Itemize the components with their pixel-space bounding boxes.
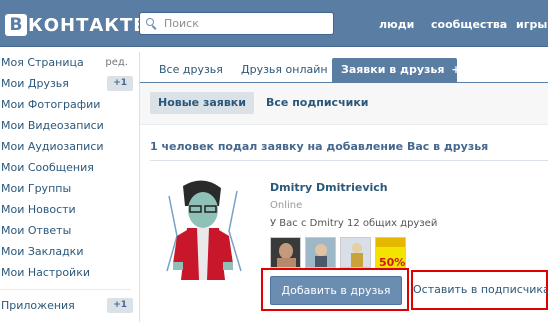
subtab-all-subscribers[interactable]: Все подписчики bbox=[258, 92, 377, 114]
sidebar-item-label: Мои Сообщения bbox=[1, 161, 94, 174]
top-header: В КОНТАКТЕ люди сообщества игры bbox=[0, 0, 548, 47]
vk-logo-text: КОНТАКТЕ bbox=[28, 14, 147, 36]
sidebar-item-answers[interactable]: Мои Ответы bbox=[0, 220, 135, 241]
nav-games[interactable]: игры bbox=[516, 18, 547, 31]
leave-as-subscriber-link[interactable]: Оставить в подписчиках bbox=[411, 270, 548, 310]
tab-friends-online[interactable]: Друзья онлайн bbox=[232, 58, 337, 83]
sidebar-item-news[interactable]: Мои Новости bbox=[0, 199, 135, 220]
search-input[interactable] bbox=[164, 17, 324, 30]
mutual-friend-thumb[interactable]: 50% bbox=[375, 237, 406, 268]
sidebar-divider bbox=[0, 289, 131, 290]
search-box[interactable] bbox=[139, 12, 334, 35]
mutual-friends-thumbnails: 50% bbox=[270, 237, 406, 268]
sidebar-item-audio[interactable]: Мои Аудиозаписи bbox=[0, 136, 135, 157]
sidebar-item-apps[interactable]: Приложения +1 bbox=[0, 295, 135, 316]
vk-logo-icon: В bbox=[5, 14, 27, 36]
main-content: Все друзья Друзья онлайн Заявки в друзья… bbox=[139, 52, 548, 322]
tab-all-friends[interactable]: Все друзья bbox=[150, 58, 232, 83]
sidebar-item-label: Мои Видеозаписи bbox=[1, 119, 104, 132]
sidebar-item-videos[interactable]: Мои Видеозаписи bbox=[0, 115, 135, 136]
sidebar-item-label: Мои Друзья bbox=[1, 77, 69, 90]
mutual-friend-thumb[interactable] bbox=[305, 237, 336, 268]
sidebar-item-settings[interactable]: Мои Настройки bbox=[0, 262, 135, 283]
tab-friend-requests[interactable]: Заявки в друзья +1 bbox=[332, 58, 468, 83]
sidebar-item-friends[interactable]: Мои Друзья +1 bbox=[0, 73, 135, 94]
sidebar-item-my-page[interactable]: Моя Страница ред. bbox=[0, 52, 135, 73]
nav-communities[interactable]: сообщества bbox=[431, 18, 507, 31]
mutual-friend-thumb[interactable] bbox=[340, 237, 371, 268]
sale-thumb-text: 50% bbox=[379, 256, 405, 268]
sidebar-item-bookmarks[interactable]: Мои Закладки bbox=[0, 241, 135, 262]
sidebar-item-label: Моя Страница bbox=[1, 56, 84, 69]
friend-avatar[interactable] bbox=[159, 176, 247, 280]
subtab-new-requests[interactable]: Новые заявки bbox=[150, 92, 254, 114]
vk-logo[interactable]: В КОНТАКТЕ bbox=[5, 12, 147, 38]
edit-link[interactable]: ред. bbox=[105, 52, 128, 73]
online-status: Online bbox=[270, 200, 303, 211]
sidebar-item-photos[interactable]: Мои Фотографии bbox=[0, 94, 135, 115]
add-friend-highlight: Добавить в друзья bbox=[261, 268, 409, 311]
sidebar-item-label: Мои Группы bbox=[1, 182, 72, 195]
sidebar-item-label: Мои Ответы bbox=[1, 224, 72, 237]
left-sidebar: Моя Страница ред. Мои Друзья +1 Мои Фото… bbox=[0, 52, 135, 316]
mutual-friend-thumb[interactable] bbox=[270, 237, 301, 268]
sidebar-item-label: Приложения bbox=[1, 299, 75, 312]
apps-count-badge: +1 bbox=[107, 298, 133, 313]
friends-count-badge: +1 bbox=[107, 76, 133, 91]
sidebar-item-label: Мои Настройки bbox=[1, 266, 90, 279]
sidebar-item-groups[interactable]: Мои Группы bbox=[0, 178, 135, 199]
nav-people[interactable]: люди bbox=[379, 18, 414, 31]
request-subtabs: Новые заявки Все подписчики bbox=[140, 83, 548, 125]
mutual-friends-text[interactable]: У Вас с Dmitry 12 общих друзей bbox=[270, 218, 437, 229]
friends-tabs: Все друзья Друзья онлайн Заявки в друзья… bbox=[140, 52, 548, 83]
search-icon bbox=[146, 18, 157, 30]
friend-name-link[interactable]: Dmitry Dmitrievich bbox=[270, 181, 388, 194]
sidebar-item-messages[interactable]: Мои Сообщения bbox=[0, 157, 135, 178]
tab-count: +1 bbox=[451, 63, 469, 76]
sidebar-item-label: Мои Аудиозаписи bbox=[1, 140, 104, 153]
requests-summary: 1 человек подал заявку на добавление Вас… bbox=[150, 140, 548, 161]
sidebar-item-label: Мои Фотографии bbox=[1, 98, 101, 111]
sidebar-item-label: Мои Новости bbox=[1, 203, 76, 216]
add-friend-button[interactable]: Добавить в друзья bbox=[270, 276, 402, 305]
sidebar-item-label: Мои Закладки bbox=[1, 245, 84, 258]
tab-label: Заявки в друзья bbox=[341, 63, 445, 76]
